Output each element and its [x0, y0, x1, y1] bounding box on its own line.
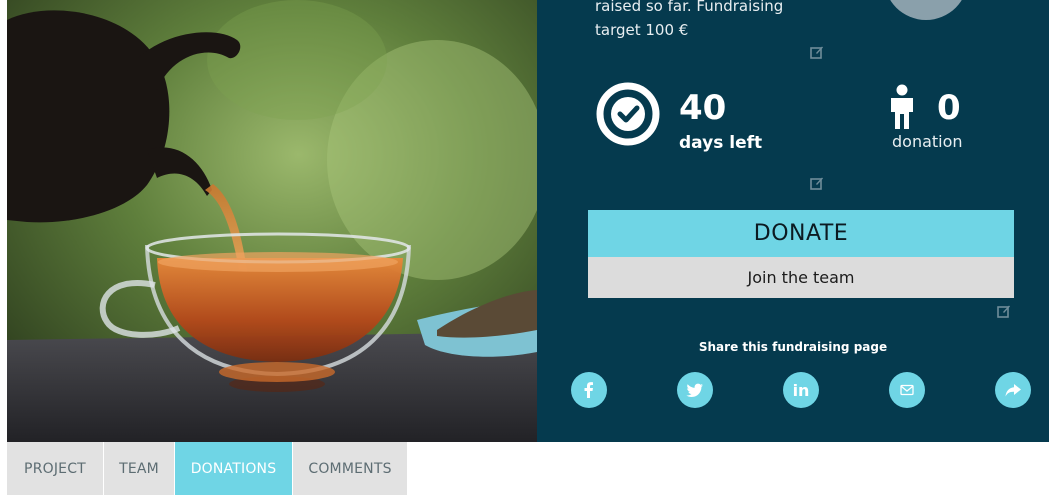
raised-line-1: raised so far. Fundraising: [595, 0, 784, 15]
days-left-label: days left: [679, 133, 763, 153]
donate-button[interactable]: DONATE: [588, 210, 1014, 257]
days-left-value: 40: [679, 88, 727, 128]
join-team-button[interactable]: Join the team: [588, 257, 1014, 298]
campaign-photo: [7, 0, 537, 442]
facebook-icon: [580, 381, 598, 399]
share-title: Share this fundraising page: [698, 340, 888, 354]
edit-icon[interactable]: [810, 45, 824, 59]
linkedin-icon: in: [792, 380, 810, 400]
tab-team[interactable]: TEAM: [104, 442, 175, 495]
share-facebook-button[interactable]: [571, 372, 607, 408]
edit-icon[interactable]: [997, 304, 1011, 318]
tab-project[interactable]: PROJECT: [7, 442, 104, 495]
share-forward-button[interactable]: [995, 372, 1031, 408]
tab-donations[interactable]: DONATIONS: [175, 442, 293, 495]
raised-text: raised so far. Fundraising target 100 €: [595, 0, 795, 42]
share-twitter-button[interactable]: [677, 372, 713, 408]
tab-comments[interactable]: COMMENTS: [293, 442, 408, 495]
clock-check-icon: [595, 81, 661, 147]
edit-icon[interactable]: [810, 176, 824, 190]
twitter-icon: [686, 381, 704, 399]
donations-value: 0: [937, 88, 961, 128]
share-arrow-icon: [1004, 381, 1022, 399]
avatar: [884, 0, 968, 20]
email-icon: [898, 381, 916, 399]
fundraising-panel: raised so far. Fundraising target 100 € …: [537, 0, 1049, 442]
person-icon: [887, 84, 917, 130]
share-email-button[interactable]: [889, 372, 925, 408]
raised-line-2: target 100 €: [595, 21, 689, 39]
page-tabs: PROJECT TEAM DONATIONS COMMENTS: [7, 442, 408, 495]
share-linkedin-button[interactable]: in: [783, 372, 819, 408]
donations-label: donation: [892, 132, 963, 151]
